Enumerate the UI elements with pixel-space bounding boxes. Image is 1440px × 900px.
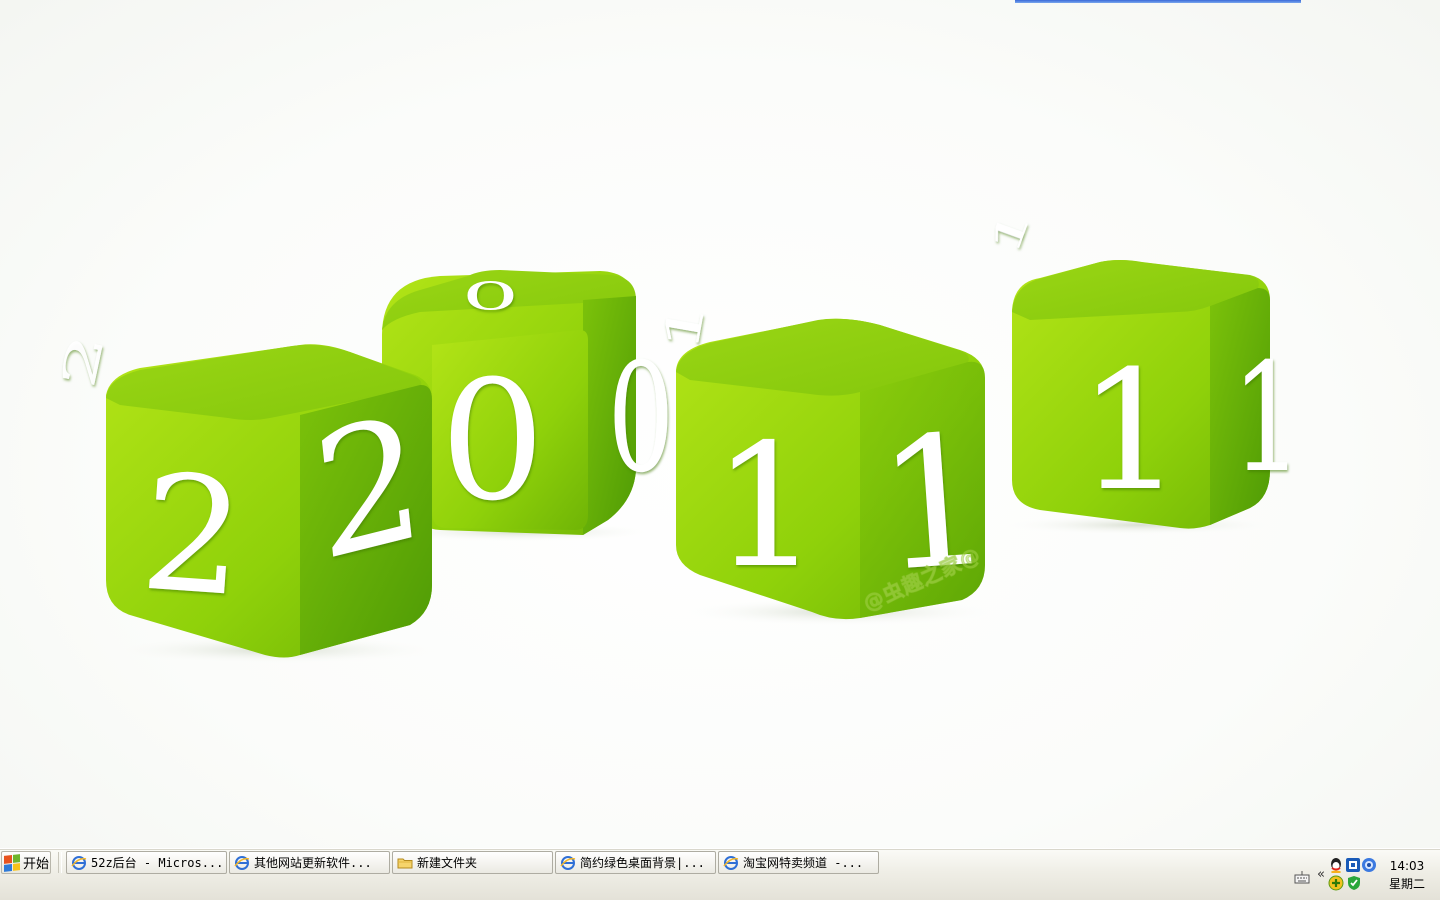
task-button-taobao[interactable]: 淘宝网特卖频道 -... [718,851,879,874]
wallpaper: 2 2 2 0 0 0 1 1 1 1 1 1 [51,202,1304,664]
start-button[interactable]: 开始 [1,851,51,874]
task-list: 52z后台 - Micros... 其他网站更新软件... 新建文件夹 简约绿色… [66,851,879,875]
digit-side-1-b: 1 [1232,332,1304,506]
task-button-other-sites[interactable]: 其他网站更新软件... [229,851,390,874]
ie-icon [560,855,576,871]
add-icon[interactable] [1328,875,1344,895]
digit-front-0: 0 [440,345,545,537]
desktop[interactable]: 2 2 2 0 0 0 1 1 1 1 1 1 @虫趣之家@ [0,0,1440,848]
ie-icon [71,855,87,871]
keyboard-icon[interactable] [1294,869,1310,888]
globe-icon[interactable] [1361,857,1377,877]
task-button-new-folder[interactable]: 新建文件夹 [392,851,553,874]
task-label: 其他网站更新软件... [254,856,372,870]
digit-front-1: 1 [712,408,820,606]
digit-front-2: 2 [136,439,251,633]
shield-icon[interactable] [1346,875,1362,895]
task-label: 新建文件夹 [417,856,478,870]
digit-top-0: 0 [461,274,519,319]
app-icon[interactable] [1345,857,1361,877]
digit-top-2: 2 [51,329,116,393]
ie-icon [723,855,739,871]
task-label: 52z后台 - Micros... [91,856,222,870]
tray-expand-button[interactable]: « [1317,867,1325,882]
digit-front-1-b: 1 [1078,335,1183,527]
clock[interactable]: 14:03 星期二 [1382,857,1432,893]
task-label: 淘宝网特卖频道 -... [743,856,864,870]
digit-side-2: 2 [305,377,432,600]
digit-top-1: 1 [653,296,717,356]
task-label: 简约绿色桌面背景|... [580,856,705,870]
tray-icons [1328,857,1377,895]
ie-icon [234,855,250,871]
task-button-green-wallpaper[interactable]: 简约绿色桌面背景|... [555,851,716,874]
clock-weekday: 星期二 [1388,877,1425,891]
digit-top-1-b: 1 [981,202,1040,261]
folder-icon [397,855,413,871]
windows-logo-icon [4,853,20,872]
clock-time: 14:03 [1389,859,1425,873]
start-label: 开始 [23,857,50,872]
qq-icon[interactable] [1328,857,1344,877]
taskbar-separator[interactable] [58,852,62,873]
digit-side-0: 0 [608,331,675,506]
task-button-52z-admin[interactable]: 52z后台 - Micros... [66,851,227,874]
system-tray: « 14:03 星期二 [1290,851,1440,899]
taskbar[interactable]: 开始 52z后台 - Micros... 其他网站更新软件... 新建文件夹 简… [0,848,1440,900]
